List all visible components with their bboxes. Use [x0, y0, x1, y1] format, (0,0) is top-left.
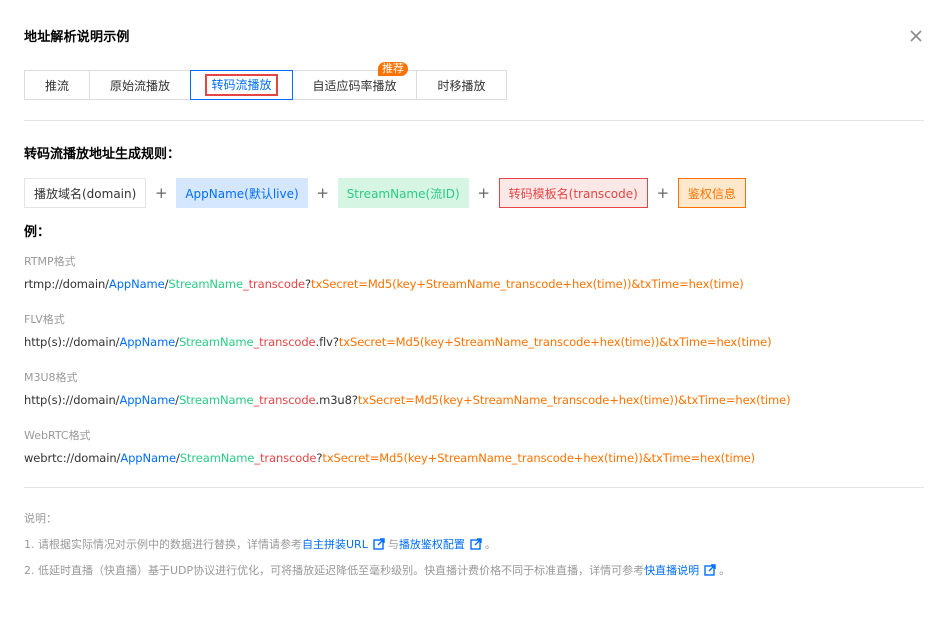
divider	[24, 120, 924, 121]
plus-sign: +	[155, 184, 168, 202]
url-ext: .m3u8	[315, 393, 352, 407]
fast-live-doc-link[interactable]: 快直播说明	[644, 562, 719, 578]
rule-part-transcode-template: 转码模板名(transcode)	[498, 178, 648, 208]
link-label: 自主拼装URL	[302, 538, 368, 551]
external-link-icon	[470, 538, 482, 550]
url-transcode: _transcode	[253, 335, 316, 349]
url-streamname: StreamName	[168, 277, 243, 291]
note-text: 与	[387, 538, 399, 551]
recommend-badge: 推荐	[378, 62, 408, 76]
url-webrtc: webrtc://domain/AppName/StreamName_trans…	[24, 451, 755, 465]
plus-sign: +	[477, 184, 490, 202]
url-auth: txSecret=Md5(key+StreamName_transcode+he…	[311, 277, 744, 291]
url-appname: AppName	[119, 393, 176, 407]
url-prefix: http(s)://domain/	[24, 335, 120, 349]
url-ext: .flv	[315, 335, 333, 349]
note-text: 。	[719, 564, 731, 577]
note-2: 2. 低延时直播（快直播）基于UDP协议进行优化，可将播放延迟降低至毫秒级别。快…	[24, 562, 730, 578]
custom-url-link[interactable]: 自主拼装URL	[302, 536, 388, 552]
url-appname: AppName	[119, 335, 176, 349]
close-icon[interactable]	[906, 26, 926, 46]
external-link-icon	[373, 538, 385, 550]
format-label-flv: FLV格式	[24, 313, 65, 326]
tab-adaptive-bitrate-playback[interactable]: 自适应码率播放 推荐	[293, 62, 417, 100]
url-m3u8: http(s)://domain/AppName/StreamName_tran…	[24, 393, 791, 407]
rule-title: 转码流播放地址生成规则：	[24, 147, 181, 162]
tab-label: 原始流播放	[109, 78, 170, 93]
tab-label: 时移播放	[437, 78, 486, 93]
rule-part-auth-info: 鉴权信息	[677, 178, 746, 208]
external-link-icon	[704, 564, 716, 576]
url-appname: AppName	[120, 451, 177, 465]
tab-original-playback[interactable]: 原始流播放	[90, 70, 191, 100]
format-label-rtmp: RTMP格式	[24, 255, 76, 268]
note-text: 。	[484, 538, 496, 551]
url-transcode: _transcode	[254, 451, 317, 465]
note-1: 1. 请根据实际情况对示例中的数据进行替换，详情请参考 自主拼装URL 与 播放…	[24, 536, 496, 552]
tab-bar: 推流 原始流播放 转码流播放 自适应码率播放 推荐 时移播放	[24, 62, 507, 100]
url-flv: http(s)://domain/AppName/StreamName_tran…	[24, 335, 772, 349]
note-text: 1. 请根据实际情况对示例中的数据进行替换，详情请参考	[24, 538, 302, 551]
format-label-webrtc: WebRTC格式	[24, 429, 91, 442]
tab-transcode-playback[interactable]: 转码流播放	[190, 70, 293, 100]
playback-auth-config-link[interactable]: 播放鉴权配置	[399, 536, 485, 552]
note-text: 2. 低延时直播（快直播）基于UDP协议进行优化，可将播放延迟降低至毫秒级别。快…	[24, 564, 645, 577]
divider	[24, 487, 924, 488]
url-transcode: _transcode	[253, 393, 316, 407]
url-auth: txSecret=Md5(key+StreamName_transcode+he…	[322, 451, 756, 465]
url-appname: AppName	[108, 277, 165, 291]
rule-part-streamname: StreamName(流ID)	[337, 178, 469, 208]
dialog-title: 地址解析说明示例	[24, 30, 130, 45]
tab-push[interactable]: 推流	[24, 70, 90, 100]
tab-timeshift-playback[interactable]: 时移播放	[417, 70, 507, 100]
url-streamname: StreamName	[179, 451, 255, 465]
url-auth: txSecret=Md5(key+StreamName_transcode+he…	[338, 335, 772, 349]
tab-label: 推流	[44, 78, 69, 93]
url-streamname: StreamName	[178, 393, 254, 407]
tab-label: 自适应码率播放	[312, 78, 397, 93]
url-prefix: webrtc://domain/	[24, 451, 121, 465]
url-transcode: _transcode	[242, 277, 306, 291]
plus-sign: +	[316, 184, 329, 202]
url-streamname: StreamName	[178, 335, 254, 349]
example-label: 例：	[24, 225, 51, 240]
link-label: 快直播说明	[644, 564, 700, 577]
notes-title: 说明：	[24, 512, 57, 525]
url-rtmp: rtmp://domain/AppName/StreamName_transco…	[24, 277, 744, 291]
link-label: 播放鉴权配置	[398, 538, 465, 551]
tab-label: 转码流播放	[205, 74, 278, 96]
plus-sign: +	[656, 184, 670, 202]
rule-part-domain: 播放域名(domain)	[24, 178, 147, 208]
rule-formula: 播放域名(domain) + AppName(默认live) + StreamN…	[24, 178, 746, 208]
url-prefix: http(s)://domain/	[24, 393, 120, 407]
url-prefix: rtmp://domain/	[24, 277, 109, 291]
format-label-m3u8: M3U8格式	[24, 371, 78, 384]
address-explanation-dialog: 地址解析说明示例 推流 原始流播放 转码流播放 自适应码率播放 推荐 时移播放 …	[0, 0, 947, 631]
rule-part-appname: AppName(默认live)	[176, 178, 308, 208]
url-auth: txSecret=Md5(key+StreamName_transcode+he…	[357, 393, 791, 407]
